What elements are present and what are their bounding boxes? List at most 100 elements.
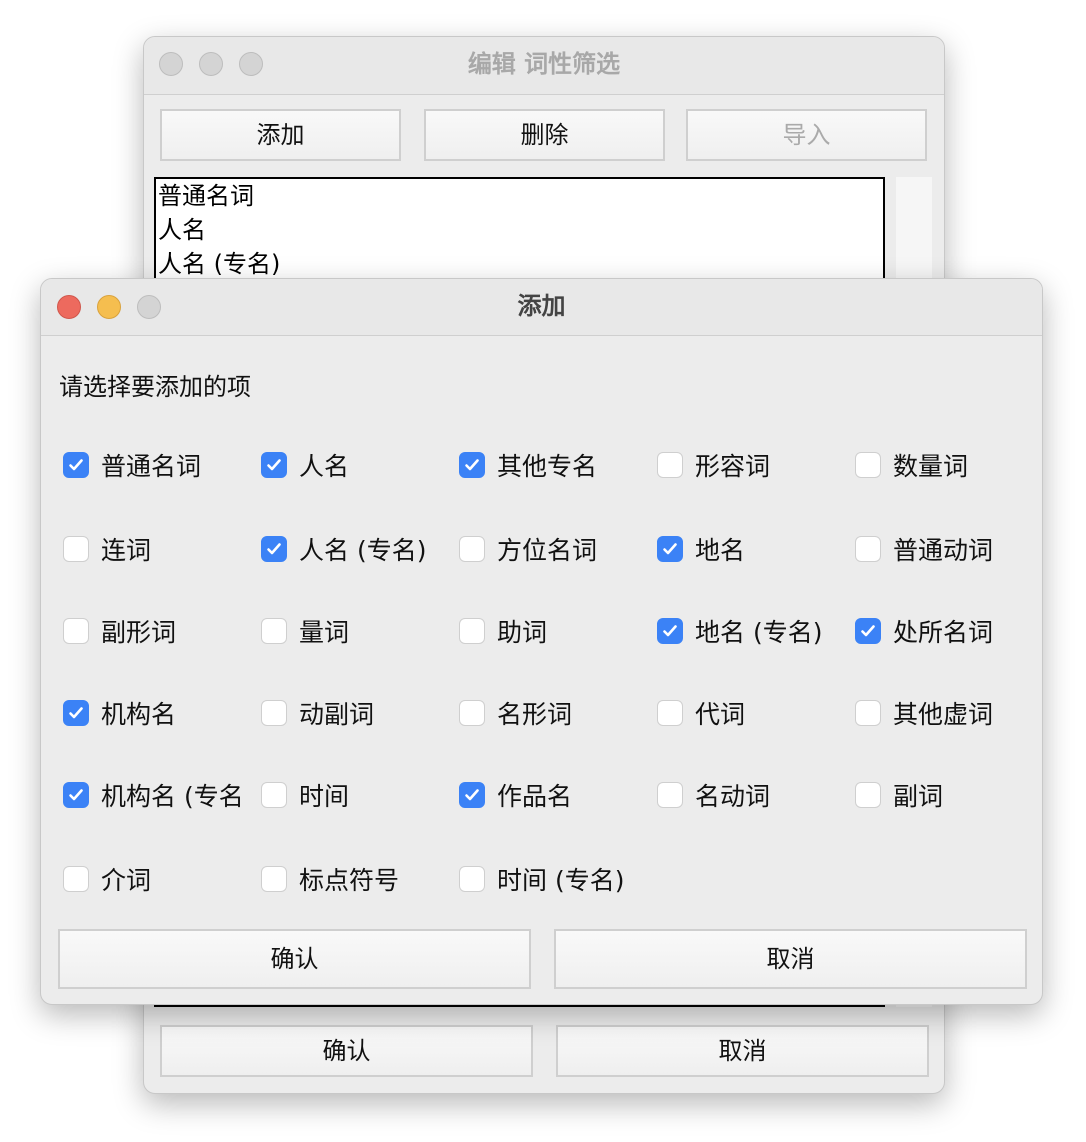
checkbox[interactable] xyxy=(63,782,89,808)
dialog-title: 添加 xyxy=(517,292,566,320)
checkbox[interactable] xyxy=(459,536,485,562)
option-label: 人名 (专名) xyxy=(299,536,427,565)
option-label: 形容词 xyxy=(695,452,771,481)
confirm-button[interactable]: 确认 xyxy=(58,929,531,989)
checkbox[interactable] xyxy=(657,782,683,808)
option-item[interactable]: 方位名词 xyxy=(459,532,597,566)
checkbox[interactable] xyxy=(459,700,485,726)
option-item[interactable]: 数量词 xyxy=(855,448,968,482)
minimize-button[interactable] xyxy=(199,52,223,76)
option-label: 副词 xyxy=(893,782,944,811)
option-item[interactable]: 其他专名 xyxy=(459,448,597,482)
checkmark-icon xyxy=(465,789,479,801)
checkbox[interactable] xyxy=(63,618,89,644)
option-item[interactable]: 名动词 xyxy=(657,778,770,812)
checkmark-icon xyxy=(267,459,281,471)
add-dialog: 添加 请选择要添加的项 普通名词 人名 其他专名 形容词 数量词 连词 人名 (专名) 方位名… xyxy=(40,278,1043,1005)
option-label: 介词 xyxy=(101,866,152,895)
option-label: 动副词 xyxy=(299,700,375,729)
option-item[interactable]: 地名 (专名) xyxy=(657,614,822,648)
option-item[interactable]: 人名 (专名) xyxy=(261,532,426,566)
option-item[interactable]: 量词 xyxy=(261,614,349,648)
checkmark-icon xyxy=(69,459,83,471)
confirm-button[interactable]: 确认 xyxy=(160,1025,533,1077)
option-label: 地名 xyxy=(695,536,746,565)
option-item[interactable]: 标点符号 xyxy=(261,862,399,896)
option-item[interactable]: 动副词 xyxy=(261,696,374,730)
checkbox[interactable] xyxy=(459,782,485,808)
option-label: 人名 xyxy=(299,452,350,481)
checkmark-icon xyxy=(69,789,83,801)
option-item[interactable]: 处所名词 xyxy=(855,614,993,648)
checkbox[interactable] xyxy=(63,536,89,562)
option-label: 时间 xyxy=(299,782,350,811)
option-item[interactable]: 机构名 (专名 xyxy=(63,778,243,812)
option-item[interactable]: 地名 xyxy=(657,532,745,566)
option-item[interactable]: 时间 xyxy=(261,778,349,812)
option-item[interactable]: 副形词 xyxy=(63,614,176,648)
option-item[interactable]: 普通名词 xyxy=(63,448,201,482)
option-item[interactable]: 形容词 xyxy=(657,448,770,482)
checkbox[interactable] xyxy=(261,536,287,562)
minimize-button[interactable] xyxy=(97,295,121,319)
checkbox[interactable] xyxy=(261,700,287,726)
option-label: 作品名 xyxy=(497,782,573,811)
list-item[interactable]: 人名 (专名) xyxy=(158,247,881,281)
checkbox[interactable] xyxy=(657,618,683,644)
option-label: 其他专名 xyxy=(497,452,598,481)
option-item[interactable]: 副词 xyxy=(855,778,943,812)
option-item[interactable]: 介词 xyxy=(63,862,151,896)
list-item[interactable]: 人名 xyxy=(158,213,881,247)
option-item[interactable]: 助词 xyxy=(459,614,547,648)
option-label: 数量词 xyxy=(893,452,969,481)
option-label: 名形词 xyxy=(497,700,573,729)
checkbox[interactable] xyxy=(855,536,881,562)
option-item[interactable]: 作品名 xyxy=(459,778,572,812)
checkmark-icon xyxy=(861,625,875,637)
option-item[interactable]: 普通动词 xyxy=(855,532,993,566)
checkmark-icon xyxy=(267,543,281,555)
checkbox[interactable] xyxy=(855,452,881,478)
checkbox[interactable] xyxy=(459,618,485,644)
option-item[interactable]: 机构名 xyxy=(63,696,176,730)
checkbox[interactable] xyxy=(657,700,683,726)
cancel-button[interactable]: 取消 xyxy=(556,1025,929,1077)
option-item[interactable]: 其他虚词 xyxy=(855,696,993,730)
zoom-button[interactable] xyxy=(239,52,263,76)
option-label: 普通动词 xyxy=(893,536,994,565)
checkbox[interactable] xyxy=(657,536,683,562)
import-button[interactable]: 导入 xyxy=(686,109,927,161)
checkmark-icon xyxy=(663,543,677,555)
option-label: 副形词 xyxy=(101,618,177,647)
delete-button[interactable]: 删除 xyxy=(424,109,665,161)
option-label: 连词 xyxy=(101,536,152,565)
close-button[interactable] xyxy=(159,52,183,76)
checkmark-icon xyxy=(465,459,479,471)
checkbox[interactable] xyxy=(261,452,287,478)
checkbox[interactable] xyxy=(855,782,881,808)
checkbox[interactable] xyxy=(261,782,287,808)
option-item[interactable]: 人名 xyxy=(261,448,349,482)
option-item[interactable]: 连词 xyxy=(63,532,151,566)
zoom-button[interactable] xyxy=(137,295,161,319)
checkbox[interactable] xyxy=(63,700,89,726)
option-item[interactable]: 代词 xyxy=(657,696,745,730)
checkbox[interactable] xyxy=(657,452,683,478)
option-label: 时间 (专名) xyxy=(497,866,625,895)
checkbox[interactable] xyxy=(63,452,89,478)
checkbox[interactable] xyxy=(459,452,485,478)
add-button[interactable]: 添加 xyxy=(160,109,401,161)
checkbox[interactable] xyxy=(261,618,287,644)
option-label: 方位名词 xyxy=(497,536,598,565)
list-item[interactable]: 普通名词 xyxy=(158,179,881,213)
option-item[interactable]: 名形词 xyxy=(459,696,572,730)
option-label: 机构名 xyxy=(101,700,177,729)
option-item[interactable]: 时间 (专名) xyxy=(459,862,624,896)
checkbox[interactable] xyxy=(261,866,287,892)
checkbox[interactable] xyxy=(855,700,881,726)
checkbox[interactable] xyxy=(63,866,89,892)
checkbox[interactable] xyxy=(459,866,485,892)
close-button[interactable] xyxy=(57,295,81,319)
checkbox[interactable] xyxy=(855,618,881,644)
cancel-button[interactable]: 取消 xyxy=(554,929,1027,989)
